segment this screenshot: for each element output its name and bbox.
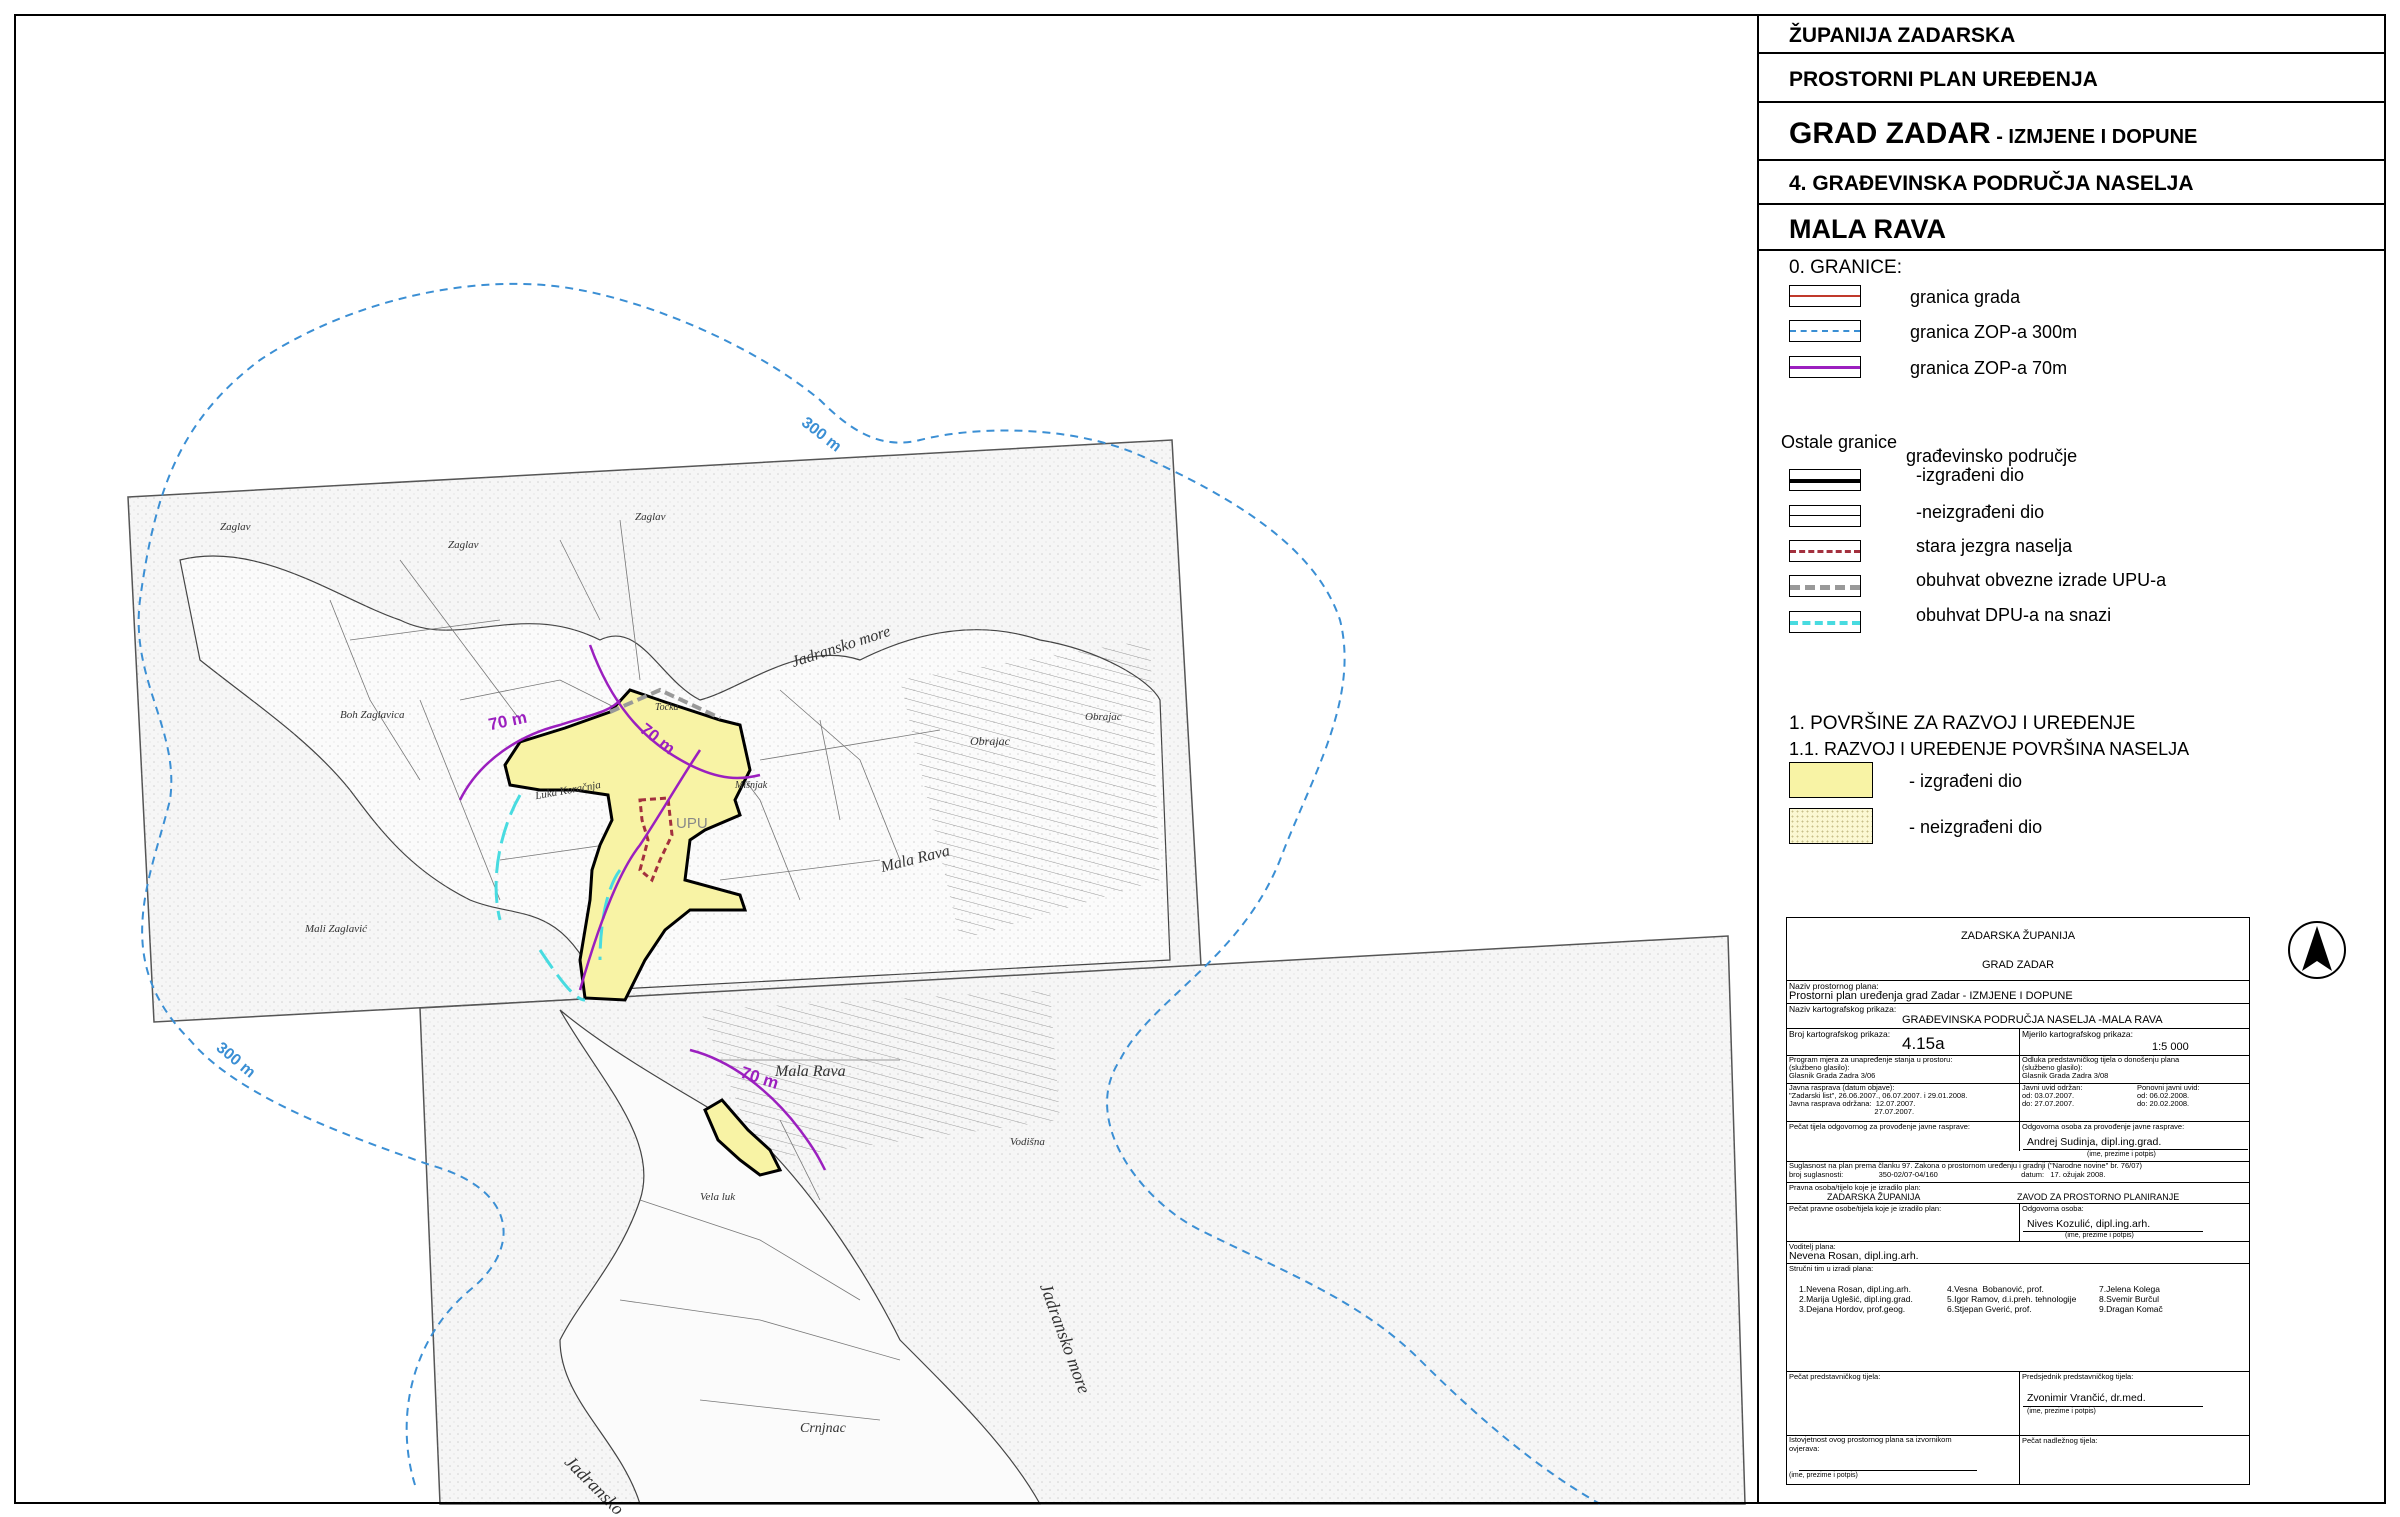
header-city-suffix: - IZMJENE I DOPUNE	[1990, 126, 2198, 148]
tb-mjerilo-label: Mjerilo kartografskog prikaza:	[2022, 1029, 2134, 1039]
tb-pravna-label: Pravna osoba/tijelo koje je izradilo pla…	[1789, 1183, 1921, 1192]
legend-granica-grada: granica grada	[1910, 287, 2021, 307]
swatch-area-izgradeni	[1789, 762, 1873, 798]
legend-area-izgradeni: - izgrađeni dio	[1909, 771, 2023, 791]
swatch-izgradeni	[1789, 469, 1861, 491]
legend-stara-jezgra: stara jezgra naselja	[1916, 536, 2073, 556]
tb-pecat-nadlezno: Pečat nadležnog tijela:	[2022, 1436, 2098, 1445]
swatch-zop-300m	[1789, 320, 1861, 342]
legend-povrsine-title: 1. POVRŠINE ZA RAZVOJ I UREĐENJE	[1789, 713, 2136, 734]
legend-granice-title: 0. GRANICE:	[1789, 257, 1902, 278]
tb-tim-col3: 7.Jelena Kolega 8.Svemir Burčul 9.Dragan…	[2099, 1284, 2163, 1314]
tb-istovjetnost: Istovjetnost ovog prostornog plana sa iz…	[1789, 1435, 1952, 1453]
tb-ime-1: (ime, prezime i potpis)	[2087, 1151, 2156, 1158]
tb-odgovorna-osoba-label: Odgovorna osoba:	[2022, 1204, 2084, 1213]
legend-izgradeni: -izgrađeni dio	[1916, 465, 2025, 485]
north-arrow-icon	[2288, 921, 2346, 979]
tb-uvid-b: Ponovni javni uvid: od: 06.02.2008. do: …	[2137, 1083, 2200, 1108]
tb-kart-label: Naziv kartografskog prikaza:	[1789, 1004, 1897, 1014]
swatch-granica-grada	[1789, 285, 1861, 307]
swatch-area-neizgradeni	[1789, 808, 1873, 844]
tb-uvid-a: Javni uvid održan: od: 03.07.2007. do: 2…	[2022, 1083, 2083, 1108]
tb-broj-value: 4.15a	[1902, 1034, 1945, 1053]
tb-pecat-izradio: Pečat pravne osobe/tijela koje je izradi…	[1789, 1204, 1942, 1213]
tb-pecat-rasprave: Pečat tijela odgovornog za provođenje ja…	[1789, 1122, 1970, 1131]
swatch-upu	[1789, 575, 1861, 597]
tb-rasprava: Javna rasprava (datum objave): "Zadarski…	[1789, 1083, 1968, 1116]
tb-odgovorna-name: Andrej Sudinja, dipl.ing.grad.	[2027, 1136, 2162, 1148]
header-city: GRAD ZADAR	[1789, 117, 1991, 150]
tb-pravna-a: ZADARSKA ŽUPANIJA	[1827, 1192, 1921, 1202]
title-block: ZADARSKA ŽUPANIJA GRAD ZADAR Naziv prost…	[1786, 917, 2250, 1485]
legend-area-neizgradeni: - neizgrađeni dio	[1909, 817, 2043, 837]
tb-org1: ZADARSKA ŽUPANIJA	[1960, 930, 2076, 942]
header-county: ŽUPANIJA ZADARSKA	[1759, 14, 2386, 54]
tb-ime-2: (ime, prezime i potpis)	[2065, 1232, 2134, 1239]
tb-tim-col2: 4.Vesna Bobanović, prof. 5.Igor Ramov, d…	[1947, 1284, 2077, 1314]
tb-ime-4: (ime, prezime i potpis)	[1789, 1472, 1858, 1479]
tb-predsjednik-label: Predsjednik predstavničkog tijela:	[2022, 1372, 2134, 1381]
tb-odluka: Odluka predstavničkog tijela o donošenju…	[2022, 1055, 2180, 1080]
tb-odgovorna-label: Odgovorna osoba za provođenje javne rasp…	[2022, 1122, 2185, 1131]
legend-ostale-title: Ostale granice	[1781, 432, 1898, 452]
tb-pravna-b: ZAVOD ZA PROSTORNO PLANIRANJE	[2017, 1192, 2180, 1202]
tb-ime-3: (ime, prezime i potpis)	[2027, 1408, 2096, 1415]
tb-voditelj: Nevena Rosan, dipl.ing.arh.	[1789, 1250, 1919, 1262]
tb-tim-label: Stručni tim u izradi plana:	[1789, 1264, 1874, 1273]
tb-mjerilo-value: 1:5 000	[2152, 1041, 2189, 1053]
header-city-row: GRAD ZADAR - IZMJENE I DOPUNE	[1759, 103, 2386, 161]
legend-neizgradeni: -neizgrađeni dio	[1916, 502, 2045, 522]
tb-org2: GRAD ZADAR	[1981, 959, 2055, 971]
legend-upu: obuhvat obvezne izrade UPU-a	[1916, 570, 2167, 590]
tb-broj-label: Broj kartografskog prikaza:	[1789, 1029, 1891, 1039]
tb-predsjednik: Zvonimir Vrančić, dr.med.	[2027, 1392, 2146, 1404]
legend-dpu: obuhvat DPU-a na snazi	[1916, 605, 2112, 625]
tb-odgovorna-osoba: Nives Kozulić, dipl.ing.arh.	[2027, 1218, 2151, 1230]
header-place: MALA RAVA	[1759, 205, 2386, 251]
tb-naziv-value: Prostorni plan uređenja grad Zadar - IZM…	[1789, 990, 2073, 1002]
legend-zop-70m: granica ZOP-a 70m	[1910, 358, 2068, 378]
legend-zop-300m: granica ZOP-a 300m	[1910, 322, 2078, 342]
tb-tim-col1: 1.Nevena Rosan, dipl.ing.arh. 2.Marija U…	[1799, 1284, 1913, 1314]
tb-pecat-pred-label: Pečat predstavničkog tijela:	[1789, 1372, 1881, 1381]
tb-program: Program mjera za unapređenje stanja u pr…	[1789, 1055, 1953, 1080]
swatch-zop-70m	[1789, 356, 1861, 378]
tb-suglasnost: Suglasnost na plan prema članku 97. Zako…	[1789, 1161, 2143, 1179]
swatch-neizgradeni	[1789, 505, 1861, 527]
header-map-title: 4. GRAĐEVINSKA PODRUČJA NASELJA	[1759, 161, 2386, 205]
swatch-dpu	[1789, 611, 1861, 633]
tb-kart-value: GRAĐEVINSKA PODRUČJA NASELJA -MALA RAVA	[1902, 1014, 2163, 1026]
legend-gp-subtitle: građevinsko područje	[1906, 446, 2078, 466]
swatch-stara-jezgra	[1789, 540, 1861, 562]
legend-povrsine-subtitle: 1.1. RAZVOJ I UREĐENJE POVRŠINA NASELJA	[1789, 739, 2190, 759]
header-plan: PROSTORNI PLAN UREĐENJA	[1759, 54, 2386, 103]
